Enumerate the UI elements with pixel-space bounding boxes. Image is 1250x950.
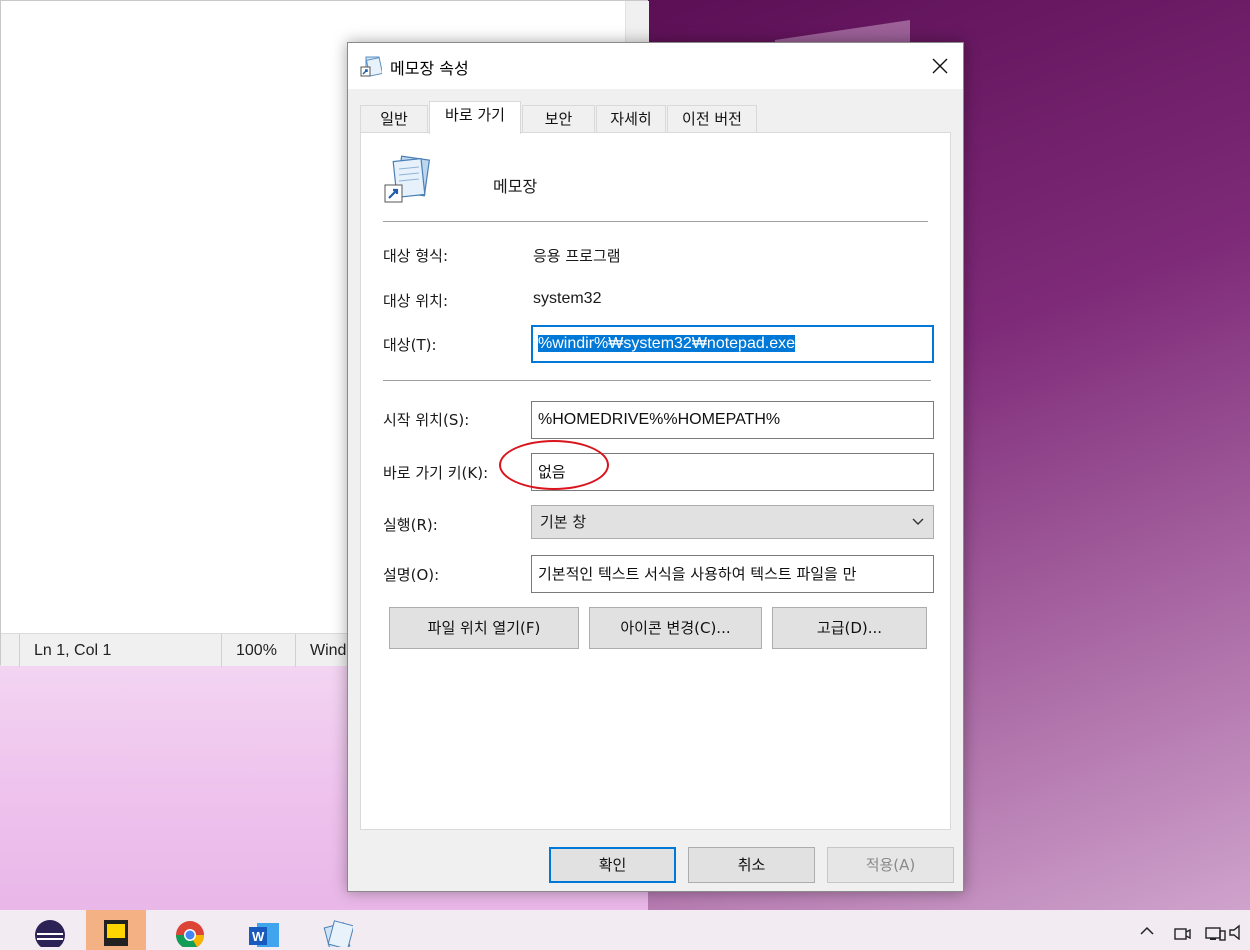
sticky-notes-icon[interactable] [86, 910, 146, 950]
svg-text:W: W [252, 929, 265, 944]
volume-icon[interactable] [1226, 910, 1250, 950]
comment-label: 설명(O): [383, 566, 440, 584]
notepad-shortcut-icon [360, 55, 384, 77]
status-zoom: 100% [221, 634, 297, 667]
target-type-value: 응용 프로그램 [533, 247, 621, 265]
tab-previous-versions[interactable]: 이전 버전 [667, 105, 757, 133]
properties-dialog: 메모장 속성 일반 바로 가기 보안 자세히 이전 버전 메모장 대상 형식: … [347, 42, 964, 892]
target-location-label: 대상 위치: [383, 292, 449, 310]
tab-security[interactable]: 보안 [522, 105, 595, 133]
chrome-icon[interactable] [160, 910, 220, 950]
start-in-input[interactable]: %HOMEDRIVE%%HOMEPATH% [531, 401, 934, 439]
target-location-value: system32 [533, 290, 602, 307]
app-name: 메모장 [493, 177, 538, 196]
ok-button[interactable]: 확인 [549, 847, 676, 883]
chevron-down-icon [911, 506, 925, 549]
camera-icon[interactable] [1167, 910, 1197, 950]
target-input-value: %windir%₩system32₩notepad.exe [538, 335, 795, 352]
target-input[interactable]: %windir%₩system32₩notepad.exe [531, 325, 934, 363]
comment-input[interactable]: 기본적인 텍스트 서식을 사용하여 텍스트 파일을 만 [531, 555, 934, 593]
target-label: 대상(T): [383, 336, 437, 354]
tab-shortcut[interactable]: 바로 가기 [429, 101, 521, 134]
status-position: Ln 1, Col 1 [19, 634, 223, 667]
shortcut-panel: 메모장 대상 형식: 응용 프로그램 대상 위치: system32 대상(T)… [360, 132, 951, 830]
notepad-app-icon [383, 155, 433, 205]
target-type-label: 대상 형식: [383, 247, 449, 265]
notepad-icon[interactable] [306, 910, 366, 950]
dialog-titlebar[interactable]: 메모장 속성 [348, 43, 963, 89]
shortcut-key-label: 바로 가기 키(K): [383, 464, 489, 482]
run-dropdown-value: 기본 창 [540, 513, 587, 531]
separator-middle [383, 380, 931, 381]
tab-bar: 일반 바로 가기 보안 자세히 이전 버전 [360, 101, 960, 134]
run-label: 실행(R): [383, 516, 438, 534]
chevron-up-icon[interactable] [1132, 910, 1162, 950]
advanced-button[interactable]: 고급(D)... [772, 607, 927, 649]
separator-top [383, 221, 928, 222]
open-file-location-button[interactable]: 파일 위치 열기(F) [389, 607, 579, 649]
run-dropdown[interactable]: 기본 창 [531, 505, 934, 539]
taskbar: W [0, 910, 1250, 950]
status-eol: Wind [295, 634, 355, 667]
apply-button[interactable]: 적용(A) [827, 847, 954, 883]
close-button[interactable] [917, 43, 963, 89]
start-in-label: 시작 위치(S): [383, 411, 470, 429]
tab-general[interactable]: 일반 [360, 105, 428, 133]
tab-details[interactable]: 자세히 [596, 105, 666, 133]
annotation-circle [499, 440, 609, 490]
word-icon[interactable]: W [234, 910, 294, 950]
eclipse-icon[interactable] [20, 910, 80, 950]
change-icon-button[interactable]: 아이콘 변경(C)... [589, 607, 762, 649]
close-icon [932, 58, 948, 74]
cancel-button[interactable]: 취소 [688, 847, 815, 883]
dialog-title: 메모장 속성 [390, 59, 469, 78]
